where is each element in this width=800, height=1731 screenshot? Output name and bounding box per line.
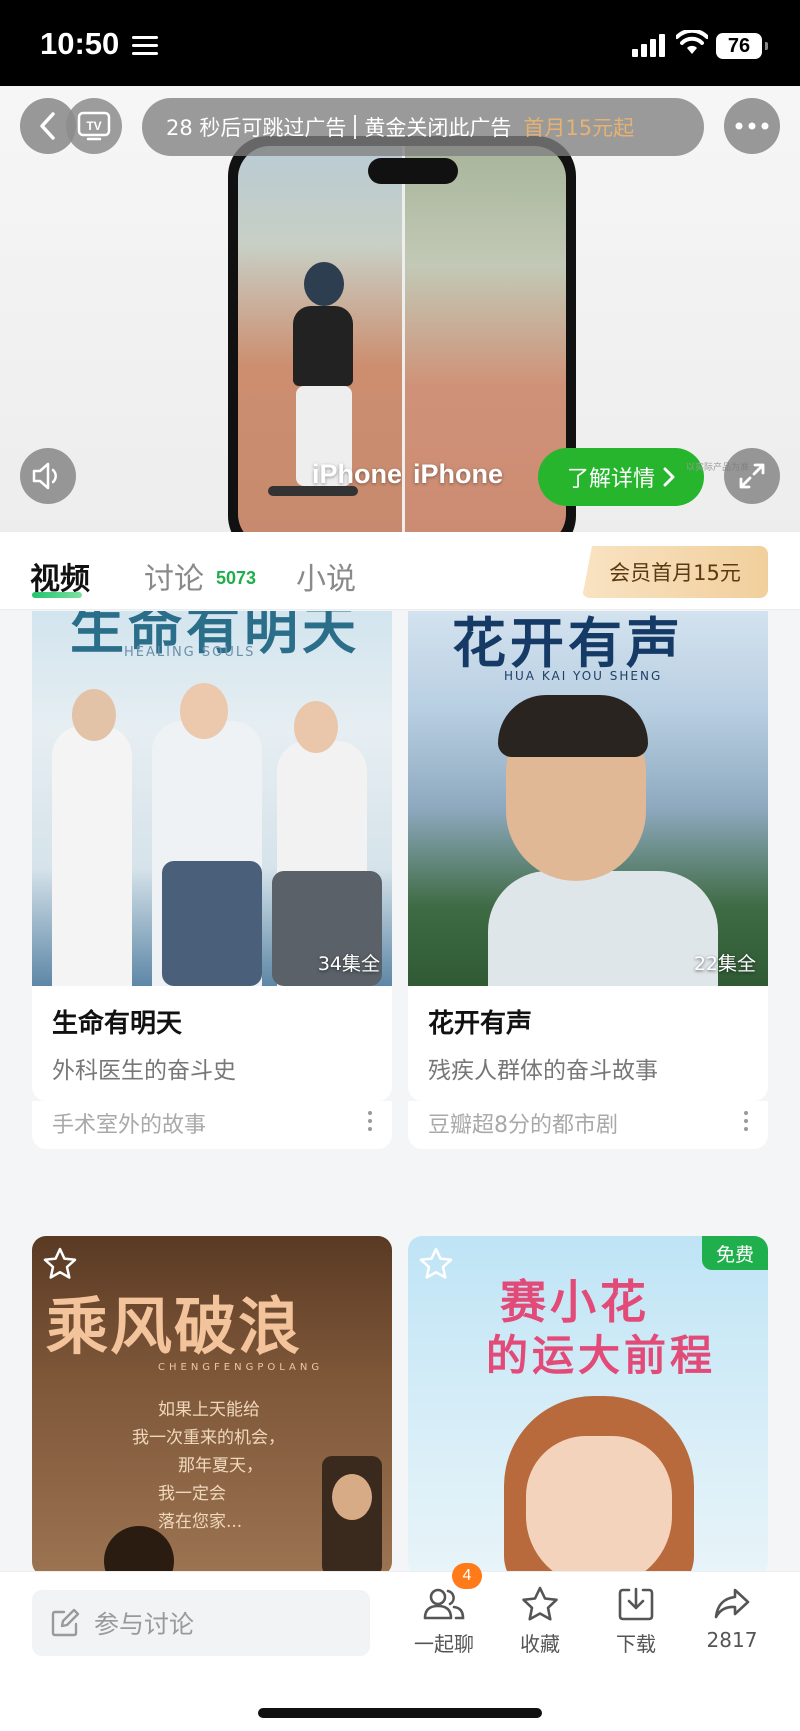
star-icon[interactable] (418, 1246, 454, 1282)
free-badge: 免费 (702, 1236, 768, 1270)
share-icon (714, 1588, 750, 1619)
video-grid: 生命有明天 HEALING SOULS 34集全 生命有明天 外科医生的奋斗史 … (0, 611, 800, 1571)
group-chat-label: 一起聊 (414, 1632, 474, 1656)
poster-title: 乘风破浪 (46, 1290, 303, 1363)
discussion-count: 5073 (216, 568, 257, 588)
ad-right-phone-label: iPhone (413, 459, 504, 489)
bottom-action-bar: 参与讨论 4 一起聊 收藏 下载 2817 (0, 1563, 800, 1731)
ad-phone-image: iPhone15 iPhone (228, 136, 576, 532)
video-poster[interactable]: 乘风破浪 CHENGFENGPOLANG 如果上天能给 我一次重来的机会， 那年… (32, 1236, 392, 1571)
card-subtitle: 外科医生的奋斗史 (52, 1058, 236, 1084)
back-icon (40, 112, 55, 140)
card-tag: 豆瓣超8分的都市剧 (428, 1113, 618, 1138)
episode-count: 34集全 (317, 953, 380, 975)
download-label: 下载 (616, 1632, 656, 1656)
card-title: 花开有声 (428, 1009, 533, 1039)
group-chat-button[interactable]: 一起聊 (404, 1586, 484, 1657)
skip-ad-pill[interactable]: 28 秒后可跳过广告 黄金关闭此广告 首月15元起 (142, 98, 704, 156)
skip-countdown: 28 秒后可跳过广告 (166, 116, 347, 140)
card-tag: 手术室外的故事 (52, 1113, 207, 1138)
card-subtitle: 残疾人群体的奋斗故事 (428, 1058, 658, 1084)
fullscreen-button[interactable] (724, 448, 780, 504)
download-button[interactable]: 下载 (596, 1586, 676, 1657)
video-card[interactable]: 免费 赛小花 的运大前程 (408, 1236, 768, 1571)
video-card[interactable]: 乘风破浪 CHENGFENGPOLANG 如果上天能给 我一次重来的机会， 那年… (32, 1236, 392, 1571)
card-more-icon[interactable] (368, 1111, 374, 1135)
card-footer: 豆瓣超8分的都市剧 (408, 1101, 768, 1149)
poster-subtitle: CHENGFENGPOLANG (158, 1362, 324, 1373)
share-button[interactable]: 2817 (692, 1586, 772, 1652)
tv-cast-icon: TV (77, 111, 111, 141)
edit-icon (51, 1608, 80, 1637)
card-title: 生命有明天 (52, 1009, 183, 1039)
card-more-icon[interactable] (744, 1111, 750, 1135)
fullscreen-icon (739, 463, 765, 489)
download-icon (618, 1587, 654, 1621)
close-ad-link[interactable]: 黄金关闭此广告 (364, 112, 511, 142)
home-indicator (258, 1708, 542, 1718)
volume-button[interactable] (20, 448, 76, 504)
collect-label: 收藏 (520, 1632, 560, 1656)
collect-button[interactable]: 收藏 (500, 1586, 580, 1657)
more-icon (735, 122, 769, 130)
poster-title: 花开有声 (452, 611, 684, 675)
tab-novel[interactable]: 小说 (296, 554, 356, 598)
chevron-right-icon (663, 467, 675, 487)
signal-icon (632, 33, 666, 57)
share-count: 2817 (706, 1628, 758, 1652)
list-icon (132, 36, 158, 56)
group-chat-icon (423, 1588, 465, 1620)
poster-subtitle: HEALING SOULS (124, 645, 256, 660)
video-card[interactable]: 生命有明天 HEALING SOULS 34集全 生命有明天 外科医生的奋斗史 (32, 611, 392, 1101)
poster-title-bottom: 的运大前程 (486, 1331, 717, 1380)
collect-star-icon (522, 1586, 558, 1621)
more-button[interactable] (724, 98, 780, 154)
discussion-input[interactable]: 参与讨论 (32, 1590, 370, 1656)
video-player[interactable]: iPhone15 iPhone TV 28 秒后可跳过广告 黄金关闭此广告 首月… (0, 86, 800, 532)
video-poster[interactable]: 免费 赛小花 的运大前程 (408, 1236, 768, 1571)
svg-text:TV: TV (86, 119, 101, 133)
tab-discussion[interactable]: 讨论 (144, 554, 204, 598)
status-time: 10:50 (40, 26, 120, 61)
card-footer: 手术室外的故事 (32, 1101, 392, 1149)
volume-icon (32, 462, 57, 490)
discussion-placeholder: 参与讨论 (94, 1610, 195, 1639)
vip-promo-banner[interactable]: 会员首月15元 (582, 546, 768, 598)
learn-more-button[interactable]: 了解详情 (538, 448, 704, 506)
video-poster[interactable]: 生命有明天 HEALING SOULS 34集全 (32, 611, 392, 986)
vip-promo-label: 会员首月15元 (609, 561, 741, 585)
tab-active-indicator (32, 592, 82, 598)
skip-promo-text[interactable]: 首月15元起 (523, 112, 634, 142)
battery-indicator: 76 (716, 33, 768, 59)
episode-count: 22集全 (693, 953, 756, 975)
wifi-icon (676, 30, 708, 54)
video-card[interactable]: 花开有声 HUA KAI YOU SHENG 22集全 花开有声 残疾人群体的奋… (408, 611, 768, 1101)
learn-more-label: 了解详情 (566, 467, 655, 492)
poster-subtitle: HUA KAI YOU SHENG (504, 669, 663, 683)
poster-quote: 如果上天能给 我一次重来的机会， 那年夏天， 我一定会 落在您家... (132, 1400, 285, 1532)
status-bar: 10:50 76 (0, 0, 800, 86)
tv-cast-button[interactable]: TV (66, 98, 122, 154)
tab-bar: 视频 讨论 5073 小说 会员首月15元 (0, 532, 800, 610)
video-poster[interactable]: 花开有声 HUA KAI YOU SHENG 22集全 (408, 611, 768, 986)
